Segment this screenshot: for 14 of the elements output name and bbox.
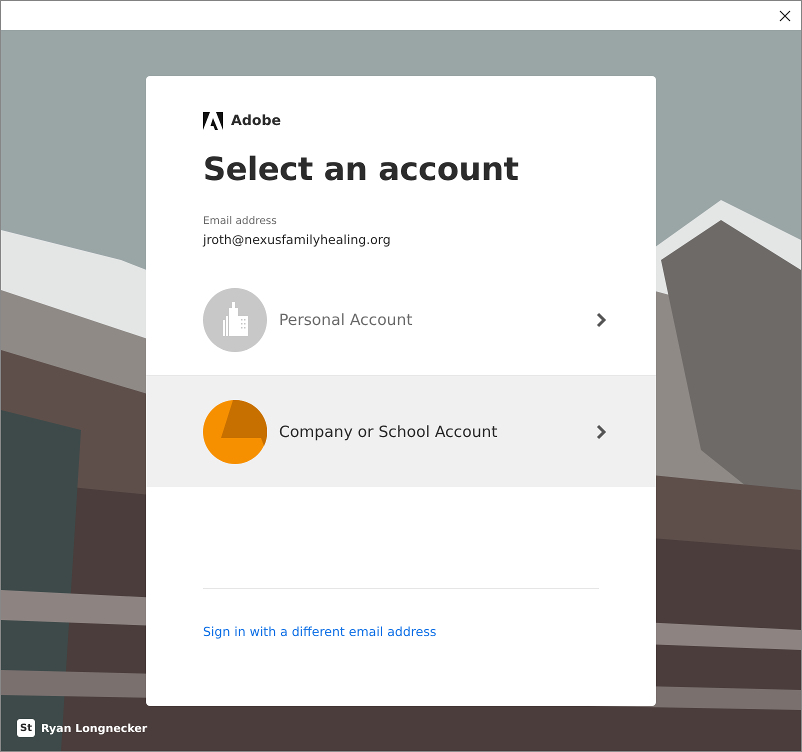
pie-chart-icon xyxy=(203,400,267,464)
close-icon[interactable] xyxy=(779,10,791,22)
user-name: Ryan Longnecker xyxy=(41,722,148,734)
chevron-right-icon xyxy=(596,424,606,440)
brand-name: Adobe xyxy=(231,113,281,129)
building-icon xyxy=(203,288,267,352)
account-option[interactable]: Company or School Account xyxy=(146,376,656,487)
app-badge: St xyxy=(17,719,35,737)
field-label: Email address xyxy=(202,215,278,227)
different-email-link[interactable]: Sign in with a different email address xyxy=(203,624,436,639)
logo-icon xyxy=(203,112,223,130)
page-heading: Select an account xyxy=(202,150,520,188)
chevron-right-icon xyxy=(596,312,606,328)
email-address: jroth@nexusfamilyhealing.org xyxy=(202,232,392,247)
